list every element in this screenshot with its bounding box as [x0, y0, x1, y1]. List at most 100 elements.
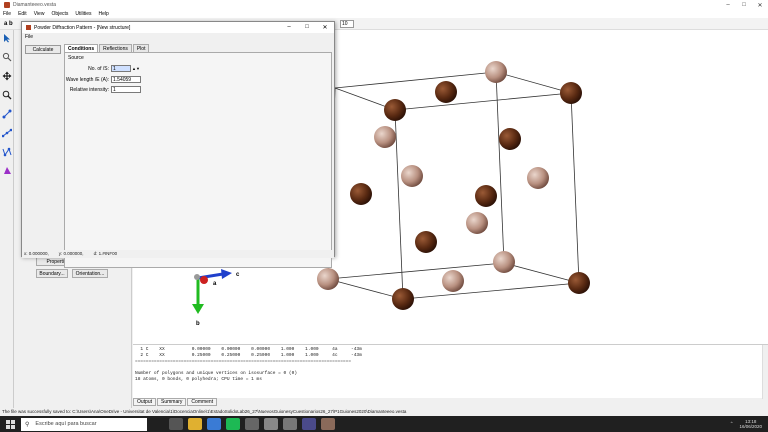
menu-objects[interactable]: Objects	[51, 11, 68, 17]
search-placeholder: Escribe aquí para buscar	[35, 421, 97, 427]
output-scrollbar[interactable]	[762, 345, 768, 399]
tab-reflections[interactable]: Reflections	[99, 44, 132, 52]
wavelength-input[interactable]: 1.54059	[111, 76, 141, 83]
atom-light	[493, 251, 515, 273]
window-title: Diamanteeeo.vesta	[13, 2, 57, 8]
close-icon[interactable]: ✕	[316, 24, 334, 31]
boundary-button[interactable]: Boundary...	[36, 269, 68, 278]
wavelength-label: Wave length /E (A):	[65, 76, 109, 83]
dihedral-icon[interactable]	[2, 147, 12, 157]
coord-x: x: 0.000000,	[24, 251, 49, 256]
tool-column	[0, 30, 14, 408]
plane-icon[interactable]	[2, 166, 12, 176]
app-titlebar: Diamanteeeo.vesta – □ ✕	[0, 0, 768, 10]
taskbar-search[interactable]: ⚲ Escribe aquí para buscar	[21, 417, 147, 431]
tray-chevron-icon[interactable]: ⌃	[730, 421, 734, 427]
zoom-icon[interactable]	[2, 90, 12, 100]
dialog-coords-bar: x: 0.000000, y: 0.000000, d: 1.#INF00	[22, 250, 334, 258]
vesta-app-icon	[4, 2, 10, 8]
vesta-taskbar-icon[interactable]	[321, 418, 335, 430]
output-panel[interactable]: 1 C XX 0.00000 0.00000 0.00000 1.000 1.0…	[133, 344, 768, 399]
atom-light	[442, 270, 464, 292]
camera-icon[interactable]	[302, 418, 316, 430]
system-tray: ⌃ 13:18 16/06/2020	[730, 419, 768, 429]
atom-dark	[415, 231, 437, 253]
menu-utilities[interactable]: Utilities	[75, 11, 91, 17]
output-line: 18 atoms, 0 bonds, 0 polyhedra; CPU time…	[135, 377, 262, 382]
move-icon[interactable]	[2, 71, 12, 81]
output-tabs: Output Summary Comment	[133, 398, 218, 406]
wavelength-row: Wave length /E (A): 1.54059	[65, 76, 141, 83]
menu-file[interactable]: File	[3, 11, 11, 17]
atom-light	[374, 126, 396, 148]
intensity-row: Relative intensity: 1	[65, 86, 141, 93]
calculate-button[interactable]: Calculate	[25, 45, 61, 54]
orientation-button[interactable]: Orientation...	[72, 269, 108, 278]
dialog-tabs: Conditions Reflections Plot	[64, 44, 150, 52]
dialog-menu-file[interactable]: File	[22, 33, 334, 41]
toolbar-axes-label: a b	[4, 20, 13, 27]
atom-dark	[350, 183, 372, 205]
dialog-titlebar: Powder Diffraction Pattern - [New struct…	[22, 22, 334, 33]
dialog-controls: – □ ✕	[280, 24, 334, 31]
no-of-spinner[interactable]: 1	[111, 65, 131, 72]
atom-light	[317, 268, 339, 290]
search-icon: ⚲	[25, 421, 30, 428]
menu-bar: File Edit View Objects Utilities Help	[0, 10, 768, 18]
atom-dark	[435, 81, 457, 103]
atom-dark	[392, 288, 414, 310]
axis-indicator	[192, 269, 232, 314]
atom-light	[401, 165, 423, 187]
menu-help[interactable]: Help	[99, 11, 109, 17]
spinner-arrows-icon[interactable]: ▲▼	[132, 66, 140, 71]
file-explorer-icon[interactable]	[188, 418, 202, 430]
status-bar: The file was successfully saved to: C:\U…	[0, 408, 768, 416]
tab-conditions[interactable]: Conditions	[64, 44, 99, 52]
intensity-label: Relative intensity:	[69, 86, 109, 93]
maximize-icon[interactable]: □	[298, 24, 316, 31]
taskbar-apps	[169, 418, 340, 430]
clock-date: 16/06/2020	[739, 424, 762, 429]
magnifier-icon[interactable]	[2, 52, 12, 62]
tab-summary[interactable]: Summary	[157, 398, 187, 406]
axis-label-c: c	[236, 272, 240, 278]
angle-icon[interactable]	[1, 128, 13, 138]
clock[interactable]: 13:18 16/06/2020	[739, 419, 762, 429]
select-arrow-icon[interactable]	[2, 33, 12, 43]
close-icon[interactable]: ✕	[752, 2, 768, 9]
app-icon[interactable]	[264, 418, 278, 430]
taskbar: ⚲ Escribe aquí para buscar ⌃ 13:18 16/06…	[0, 416, 768, 432]
minimize-icon[interactable]: –	[720, 2, 736, 9]
settings-icon[interactable]	[283, 418, 297, 430]
dialog-title: Powder Diffraction Pattern - [New struct…	[34, 24, 131, 31]
tab-plot[interactable]: Plot	[132, 44, 150, 52]
spotify-icon[interactable]	[226, 418, 240, 430]
coord-d: d: 1.#INF00	[93, 251, 118, 256]
distance-icon[interactable]	[2, 109, 12, 119]
output-line: 2 C XX 0.25000 0.25000 0.25000 1.000 1.0…	[135, 353, 362, 358]
powder-diffraction-dialog: Powder Diffraction Pattern - [New struct…	[21, 21, 335, 268]
window-controls: – □ ✕	[720, 2, 768, 9]
output-line: Number of polygons and unique vertices o…	[135, 371, 298, 376]
menu-edit[interactable]: Edit	[18, 11, 27, 17]
atom-light	[527, 167, 549, 189]
output-line: ========================================…	[135, 359, 352, 364]
tab-comment[interactable]: Comment	[187, 398, 218, 406]
conditions-panel: Source No. of /S: 1 ▲▼ Wave length /E (A…	[64, 52, 332, 268]
atom-dark	[475, 185, 497, 207]
chrome-icon[interactable]	[207, 418, 221, 430]
task-view-icon[interactable]	[169, 418, 183, 430]
no-of-label: No. of /S:	[88, 65, 109, 72]
atom-dark	[499, 128, 521, 150]
tab-output[interactable]: Output	[133, 398, 157, 406]
maximize-icon[interactable]: □	[736, 2, 752, 9]
toolbar-step-field[interactable]: 10	[340, 20, 354, 28]
source-label: Source	[68, 55, 84, 61]
intensity-input[interactable]: 1	[111, 86, 141, 93]
windows-start-icon[interactable]	[3, 417, 17, 431]
app-icon[interactable]	[245, 418, 259, 430]
atom-light	[466, 212, 488, 234]
menu-view[interactable]: View	[34, 11, 45, 17]
minimize-icon[interactable]: –	[280, 24, 298, 31]
axis-label-b: b	[196, 321, 200, 327]
